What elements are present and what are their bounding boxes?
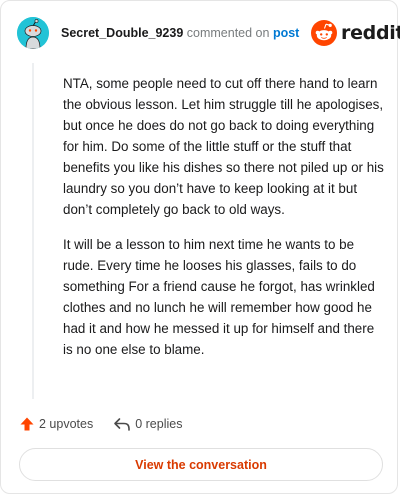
- reddit-logo-icon: [311, 20, 337, 46]
- comment-actions: 2 upvotes 0 replies: [19, 414, 182, 434]
- comment-card: Secret_Double_9239 commented on post red…: [0, 0, 400, 494]
- snoo-avatar-icon: [17, 17, 49, 49]
- user-avatar[interactable]: [17, 17, 49, 49]
- comment-paragraph: NTA, some people need to cut off there h…: [63, 76, 384, 217]
- reddit-logo[interactable]: reddit: [311, 20, 400, 46]
- reddit-wordmark: reddit: [341, 22, 400, 44]
- comment-body: NTA, some people need to cut off there h…: [63, 73, 385, 374]
- reply-count: 0 replies: [135, 417, 183, 431]
- upvote-button[interactable]: 2 upvotes: [19, 416, 93, 432]
- username[interactable]: Secret_Double_9239: [61, 26, 183, 40]
- upvote-arrow-icon: [20, 417, 34, 431]
- post-link[interactable]: post: [273, 26, 299, 40]
- commented-text: commented on: [186, 26, 270, 40]
- view-conversation-button[interactable]: View the conversation: [19, 448, 383, 481]
- thread-line: [32, 63, 34, 399]
- reply-arrow-icon: [114, 418, 131, 431]
- author-line: Secret_Double_9239 commented on post: [61, 25, 299, 41]
- reply-button[interactable]: 0 replies: [113, 416, 182, 432]
- comment-paragraph: It will be a lesson to him next time he …: [63, 237, 375, 357]
- upvote-count: 2 upvotes: [39, 417, 94, 431]
